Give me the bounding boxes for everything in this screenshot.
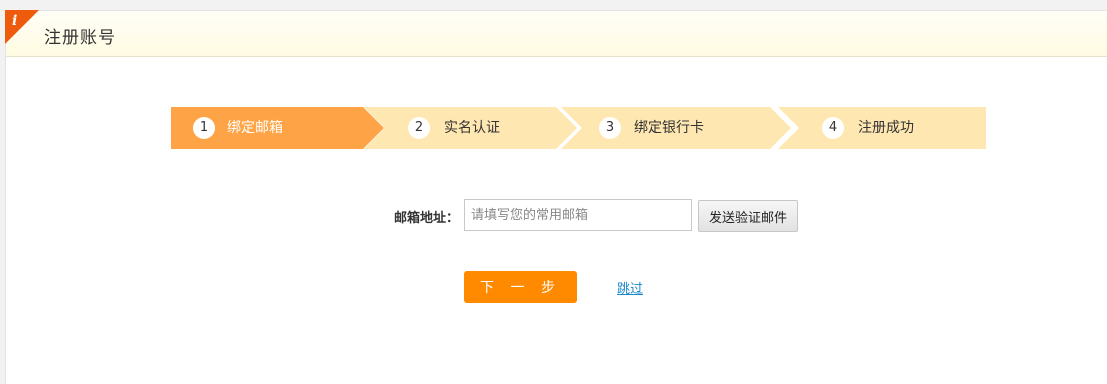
step-progress: 1 绑定邮箱 2 实名认证 3 绑定银行卡 4 注册成功 (171, 107, 986, 149)
step-number: 1 (193, 117, 215, 139)
step-number: 4 (822, 117, 844, 139)
step-real-name: 2 实名认证 (364, 107, 579, 149)
step-number: 3 (599, 117, 621, 139)
step-bind-email: 1 绑定邮箱 (171, 107, 386, 149)
step-number: 2 (408, 117, 430, 139)
skip-link[interactable]: 跳过 (617, 278, 643, 297)
svg-text:i: i (12, 13, 17, 29)
page-title: 注册账号 (44, 28, 116, 48)
email-label: 邮箱地址： (394, 211, 460, 226)
step-label: 绑定邮箱 (227, 120, 283, 136)
next-step-button[interactable]: 下 一 步 (464, 271, 577, 303)
send-verification-email-button[interactable]: 发送验证邮件 (698, 200, 798, 232)
step-bind-bank-card: 3 绑定银行卡 (561, 107, 791, 149)
panel-header: i 注册账号 (5, 10, 1107, 57)
step-register-success: 4 注册成功 (778, 107, 986, 149)
step-label: 注册成功 (858, 120, 914, 136)
register-panel: i 注册账号 1 绑定邮箱 2 实名认证 3 绑定银行卡 4 注册成功 邮箱地址… (5, 10, 1107, 384)
step-label: 实名认证 (444, 120, 500, 136)
step-label: 绑定银行卡 (634, 120, 704, 136)
email-field[interactable] (464, 199, 692, 231)
email-form-row: 邮箱地址： 发送验证邮件 (6, 199, 1107, 233)
info-icon: i (5, 10, 39, 44)
